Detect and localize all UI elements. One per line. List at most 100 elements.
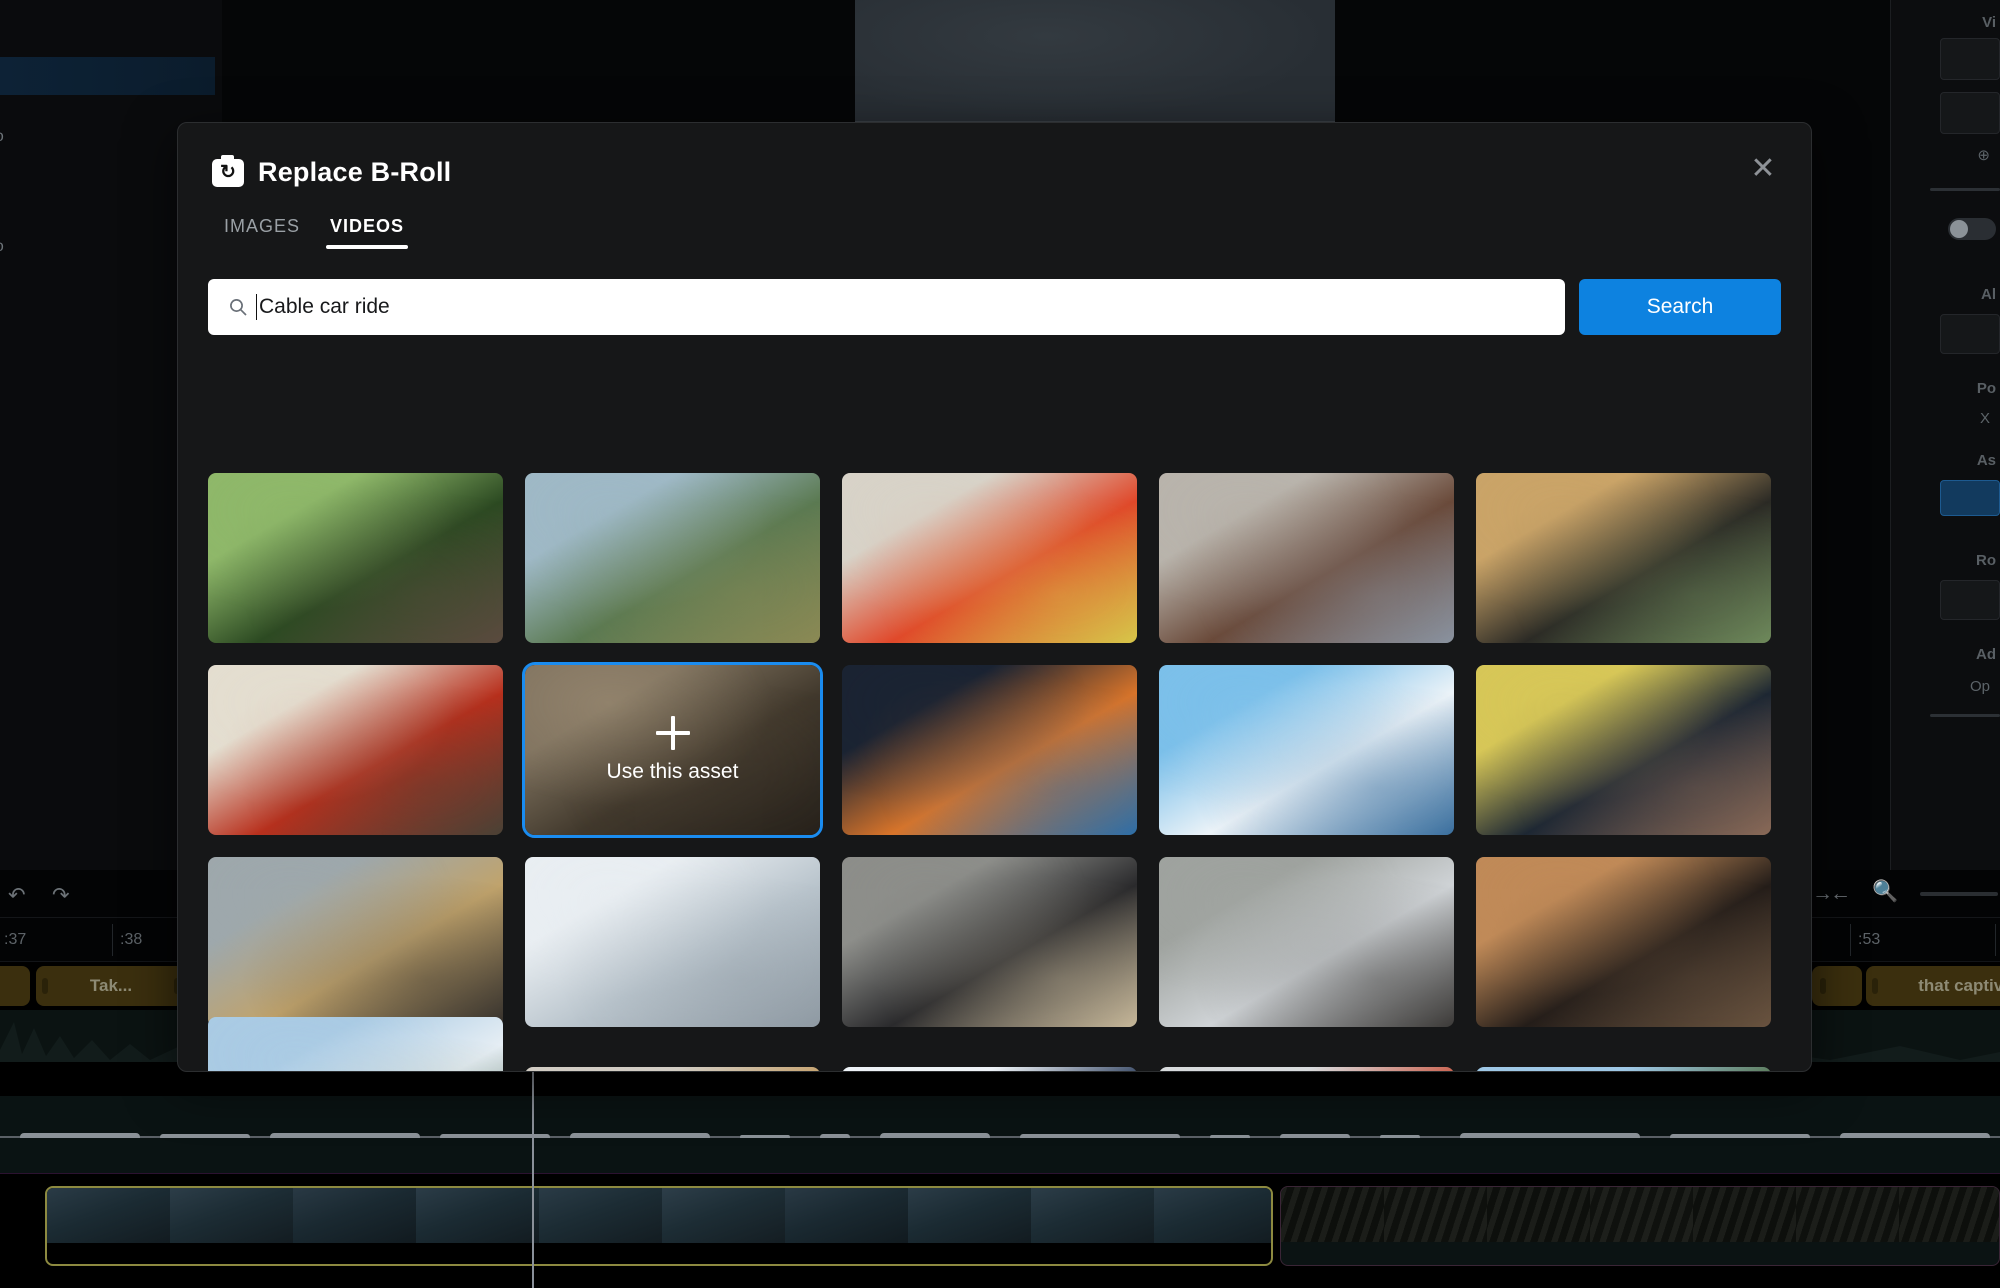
dialog-tabs: IMAGES VIDEOS <box>224 216 1811 249</box>
result-tile[interactable] <box>525 473 820 643</box>
ruler-time-53: :53 <box>1858 931 1880 949</box>
preview-surface <box>855 0 1335 121</box>
search-button[interactable]: Search <box>1579 279 1781 335</box>
result-tile-selected[interactable]: Use this asset <box>525 665 820 835</box>
right-panel-opacity-slider[interactable] <box>1930 714 2000 717</box>
right-properties-panel: Vi ⊕ Al Po X As Ro Ad Op <box>1890 0 2000 870</box>
dialog-header: ↻ Replace B-Roll ✕ <box>178 123 1811 188</box>
left-panel-selected-item[interactable] <box>0 57 215 95</box>
result-tile[interactable] <box>1476 857 1771 1027</box>
timeline-zoom-slider[interactable] <box>1920 892 1998 896</box>
right-panel-label-position: Po <box>1977 380 1996 397</box>
filmstrip-selected <box>47 1188 1271 1243</box>
left-panel-label-1: eo <box>0 128 4 146</box>
left-panel-label-3: eo <box>0 238 4 256</box>
video-clip-selected[interactable] <box>45 1186 1273 1266</box>
result-tile[interactable] <box>1159 1067 1454 1072</box>
thumbnail-texture <box>1159 1067 1454 1072</box>
right-panel-opacity-label: Op <box>1970 678 1990 695</box>
right-panel-field-1[interactable] <box>1940 38 2000 80</box>
result-tile[interactable] <box>525 1067 820 1072</box>
caption-clip-1[interactable]: Tak... <box>36 966 186 1006</box>
thumbnail-texture <box>1476 665 1771 835</box>
result-tile[interactable] <box>1476 665 1771 835</box>
caption-clip-3-label: that captivate <box>1918 976 2000 996</box>
caption-clip-3[interactable]: that captivate <box>1866 966 2000 1006</box>
search-input[interactable]: Cable car ride <box>208 279 1565 335</box>
thumbnail-texture <box>525 473 820 643</box>
filmstrip-unselected <box>1281 1187 1999 1242</box>
result-tile[interactable] <box>842 665 1137 835</box>
result-tile[interactable] <box>525 857 820 1027</box>
thumbnail-texture <box>1159 473 1454 643</box>
caption-clip-edge[interactable] <box>0 966 30 1006</box>
result-tile[interactable] <box>842 473 1137 643</box>
right-panel-label-advanced: Ad <box>1976 646 1996 663</box>
zoom-out-icon[interactable]: 🔍 <box>1872 880 1898 904</box>
audio-track[interactable] <box>0 1096 2000 1174</box>
video-track <box>0 1186 2000 1270</box>
add-circle-icon[interactable]: ⊕ <box>1977 146 1990 164</box>
result-tile[interactable] <box>208 1017 503 1072</box>
right-panel-slider[interactable] <box>1930 188 2000 191</box>
result-tile[interactable] <box>1476 1067 1771 1072</box>
result-tile[interactable] <box>208 665 503 835</box>
result-tile[interactable] <box>1159 857 1454 1027</box>
ruler-time-38: :38 <box>120 931 142 949</box>
thumbnail-texture <box>842 473 1137 643</box>
right-panel-label-all: Al <box>1981 286 1996 303</box>
right-panel-x-label: X <box>1980 410 1990 427</box>
ruler-time-37: :37 <box>4 931 26 949</box>
thumbnail-texture <box>208 665 503 835</box>
thumbnail-texture <box>208 473 503 643</box>
right-panel-field-3[interactable] <box>1940 314 2000 354</box>
fit-to-screen-icon[interactable]: →← <box>1812 882 1848 906</box>
thumbnail-texture <box>1476 1067 1771 1072</box>
results-grid: Use this asset <box>208 473 1801 1071</box>
thumbnail-texture <box>842 857 1137 1027</box>
thumbnail-texture <box>525 857 820 1027</box>
right-panel-label-aspect: As <box>1977 452 1996 469</box>
search-icon <box>228 297 248 317</box>
close-icon[interactable]: ✕ <box>1743 149 1783 189</box>
result-tile[interactable] <box>842 857 1137 1027</box>
undo-icon[interactable]: ↶ <box>8 883 26 908</box>
camera-refresh-icon: ↻ <box>212 159 244 187</box>
search-row: Cable car ride Search <box>208 279 1781 335</box>
use-this-asset-overlay[interactable]: Use this asset <box>525 665 820 835</box>
result-tile[interactable] <box>1159 473 1454 643</box>
search-input-value: Cable car ride <box>259 295 390 319</box>
right-panel-field-2[interactable] <box>1940 92 2000 134</box>
right-panel-primary-button[interactable] <box>1940 480 2000 516</box>
right-panel-toggle[interactable] <box>1948 218 1996 240</box>
right-panel-label-rotate: Ro <box>1976 552 1996 569</box>
result-tile[interactable] <box>842 1067 1137 1072</box>
thumbnail-texture <box>842 1067 1137 1072</box>
video-preview <box>855 0 1335 122</box>
result-tile[interactable] <box>208 473 503 643</box>
thumbnail-texture <box>208 857 503 1027</box>
right-panel-label-video: Vi <box>1982 14 1996 31</box>
dialog-title: Replace B-Roll <box>258 157 451 188</box>
text-caret <box>256 294 257 320</box>
tab-images[interactable]: IMAGES <box>224 216 300 249</box>
thumbnail-texture <box>1159 665 1454 835</box>
thumbnail-texture <box>842 665 1137 835</box>
result-tile[interactable] <box>1159 665 1454 835</box>
result-tile[interactable] <box>1476 473 1771 643</box>
video-clip-unselected[interactable] <box>1280 1186 2000 1266</box>
audio-waveform-shape <box>0 1132 2000 1138</box>
plus-icon <box>656 716 690 750</box>
caption-clip-3-head[interactable] <box>1812 966 1862 1006</box>
tab-videos[interactable]: VIDEOS <box>330 216 404 249</box>
replace-broll-dialog: ↻ Replace B-Roll ✕ IMAGES VIDEOS Cable c… <box>177 122 1812 1072</box>
thumbnail-texture <box>1159 857 1454 1027</box>
redo-icon[interactable]: ↷ <box>52 883 70 908</box>
thumbnail-texture <box>1476 473 1771 643</box>
use-this-asset-label: Use this asset <box>607 760 739 784</box>
right-panel-field-4[interactable] <box>1940 580 2000 620</box>
caption-clip-1-label: Tak... <box>90 976 132 996</box>
thumbnail-texture <box>208 1017 503 1072</box>
thumbnail-texture <box>1476 857 1771 1027</box>
result-tile[interactable] <box>208 857 503 1027</box>
